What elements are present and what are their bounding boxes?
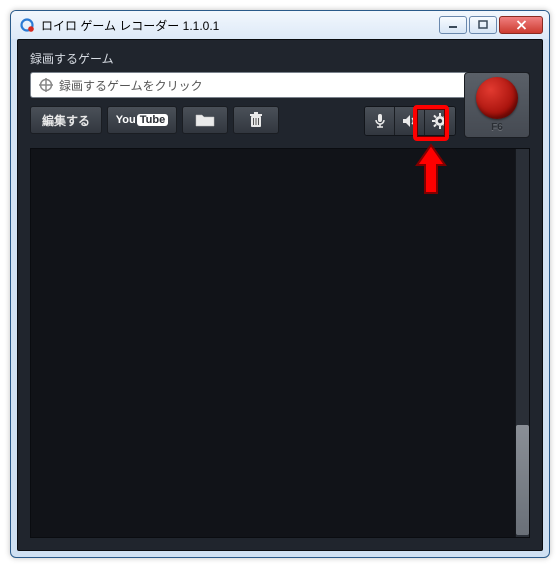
app-window: ロイロ ゲーム レコーダー 1.1.0.1 録画するゲーム: [10, 10, 550, 558]
record-icon: [476, 77, 518, 119]
microphone-button[interactable]: [365, 107, 395, 135]
settings-button[interactable]: [425, 107, 455, 135]
gear-icon: [432, 113, 448, 129]
speaker-button[interactable]: [395, 107, 425, 135]
toolbar: 編集する You Tube: [30, 106, 456, 136]
record-hotkey-label: F6: [491, 122, 503, 133]
toolbar-spacer: [284, 106, 359, 136]
youtube-button[interactable]: You Tube: [107, 106, 177, 134]
edit-button[interactable]: 編集する: [30, 106, 102, 134]
record-button[interactable]: F6: [464, 72, 530, 138]
open-folder-button[interactable]: [182, 106, 228, 134]
vertical-scrollbar[interactable]: [515, 149, 529, 537]
game-select-input[interactable]: 録画するゲームをクリック: [30, 72, 490, 98]
speaker-icon: [402, 114, 418, 128]
section-label: 録画するゲーム: [30, 50, 530, 67]
title-bar: ロイロ ゲーム レコーダー 1.1.0.1: [11, 11, 549, 39]
game-select-placeholder: 録画するゲームをクリック: [59, 77, 203, 94]
folder-icon: [195, 113, 215, 127]
trash-icon: [249, 112, 263, 128]
client-area: 録画するゲーム 録画するゲームをクリック ... F6: [17, 39, 543, 551]
scrollbar-thumb[interactable]: [516, 425, 529, 535]
edit-label: 編集する: [42, 112, 90, 129]
close-button[interactable]: [499, 16, 543, 34]
window-controls: [439, 16, 543, 34]
crosshair-icon: [39, 78, 53, 92]
microphone-icon: [374, 113, 386, 129]
window-title: ロイロ ゲーム レコーダー 1.1.0.1: [41, 17, 439, 34]
audio-settings-group: [364, 106, 456, 136]
delete-button[interactable]: [233, 106, 279, 134]
minimize-button[interactable]: [439, 16, 467, 34]
maximize-button[interactable]: [469, 16, 497, 34]
game-select-row: 録画するゲームをクリック ...: [30, 72, 530, 98]
app-icon: [19, 17, 35, 33]
preview-area: [30, 148, 530, 538]
youtube-icon: You Tube: [116, 114, 168, 126]
